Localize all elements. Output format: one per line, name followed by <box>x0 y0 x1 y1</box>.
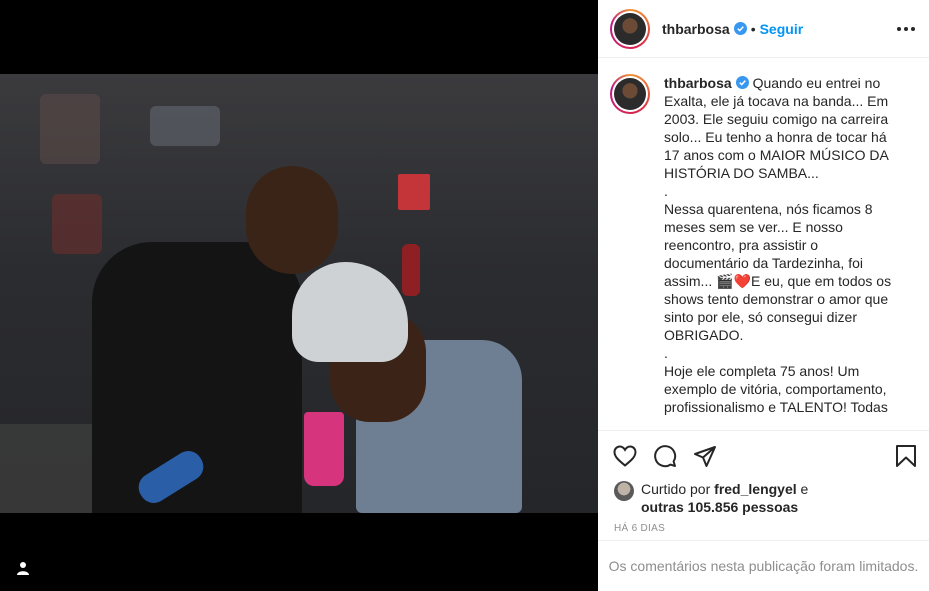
background-table <box>0 424 100 513</box>
white-hat <box>292 262 408 362</box>
caption-text: thbarbosa Quando eu entrei no Exalta, el… <box>664 74 900 430</box>
follow-button[interactable]: Seguir <box>760 21 804 37</box>
share-icon[interactable] <box>692 443 718 469</box>
separator-dot: • <box>750 20 756 37</box>
liker-username[interactable]: fred_lengyel <box>714 481 796 497</box>
action-bar <box>598 430 929 480</box>
likes-prefix: Curtido por <box>641 481 715 497</box>
verified-badge-icon <box>733 22 747 35</box>
man-left-head <box>246 166 338 274</box>
post-photo[interactable] <box>0 74 598 513</box>
verified-badge-icon <box>735 76 749 89</box>
heart-icon[interactable] <box>612 443 638 469</box>
likes-middle: e <box>796 481 809 497</box>
liker-avatar[interactable] <box>614 481 634 501</box>
caption-avatar[interactable] <box>610 74 650 114</box>
likes-others[interactable]: outras 105.856 pessoas <box>641 499 798 515</box>
fire-extinguisher <box>402 244 420 296</box>
pink-cup <box>304 412 344 486</box>
post-timestamp[interactable]: HÁ 6 DIAS <box>598 516 929 534</box>
caption-username[interactable]: thbarbosa <box>664 75 732 91</box>
comment-icon[interactable] <box>652 443 678 469</box>
bookmark-icon[interactable] <box>893 443 919 469</box>
post-side-panel: thbarbosa • Seguir thbarbosa Quando eu e… <box>598 0 929 591</box>
caption-area: thbarbosa Quando eu entrei no Exalta, el… <box>598 58 929 430</box>
likes-text: Curtido por fred_lengyel e outras 105.85… <box>641 480 808 516</box>
header-username[interactable]: thbarbosa <box>662 21 730 37</box>
post-header: thbarbosa • Seguir <box>598 0 929 58</box>
avatar[interactable] <box>610 8 650 49</box>
comments-limited-notice: Os comentários nesta publicação foram li… <box>598 540 929 591</box>
media-pane <box>0 0 598 591</box>
likes-section: Curtido por fred_lengyel e outras 105.85… <box>598 480 929 516</box>
user-icon[interactable] <box>14 559 32 577</box>
caption-body: Quando eu entrei no Exalta, ele já tocav… <box>664 75 892 415</box>
exit-sign <box>398 174 430 210</box>
more-options-icon[interactable] <box>897 19 915 39</box>
